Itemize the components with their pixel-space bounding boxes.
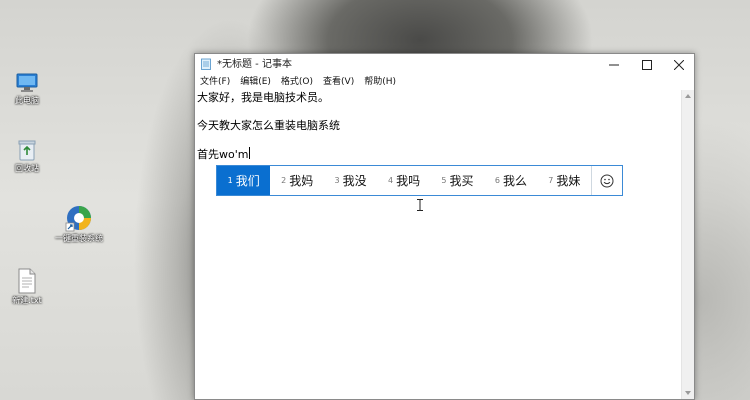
candidate-text: 我买 [449, 174, 474, 188]
minimize-button[interactable] [598, 54, 630, 75]
app-shortcut-icon [65, 206, 91, 232]
title-bar[interactable]: *无标题 - 记事本 [195, 54, 694, 75]
editor-line-current: 首先wo'm [197, 147, 251, 162]
desktop-icon-label: 回收站 [15, 164, 39, 173]
maximize-icon [642, 59, 652, 70]
desktop-icon-label: 新建.txt [12, 296, 42, 305]
menu-help[interactable]: 帮助(H) [359, 75, 401, 90]
candidate-text: 我没 [342, 174, 367, 188]
candidate-text: 我妈 [289, 174, 314, 188]
ime-candidate[interactable]: 7 我妹 [538, 166, 591, 195]
ime-candidate-bar: 1 我们 2 我妈 3 我没 4 我吗 5 我买 6 我么 7 我妹 [216, 165, 623, 196]
close-button[interactable] [663, 54, 695, 75]
menu-bar: 文件(F) 编辑(E) 格式(O) 查看(V) 帮助(H) [195, 75, 694, 90]
ime-candidate[interactable]: 3 我没 [324, 166, 377, 195]
candidate-number: 4 [387, 176, 394, 185]
recycle-bin-icon [18, 140, 36, 161]
candidate-number: 5 [441, 176, 447, 185]
menu-edit[interactable]: 编辑(E) [235, 75, 276, 90]
candidate-number: 1 [227, 176, 233, 185]
emoji-button[interactable] [591, 166, 622, 195]
ime-candidate[interactable]: 1 我们 [217, 166, 271, 195]
notepad-icon [201, 58, 211, 70]
desktop-icon-label: 此电脑 [15, 96, 39, 105]
maximize-button[interactable] [631, 54, 663, 75]
scroll-down-icon[interactable] [685, 391, 691, 395]
editor-line: 大家好，我是电脑技术员。 [197, 91, 329, 104]
ime-candidate[interactable]: 5 我买 [431, 166, 484, 195]
desktop-icon-recycle-bin[interactable]: 回收站 [2, 138, 52, 174]
computer-icon [16, 73, 38, 92]
ime-candidate[interactable]: 6 我么 [484, 166, 537, 195]
text-editor[interactable]: 大家好，我是电脑技术员。 今天教大家怎么重装电脑系统 首先wo'm [195, 90, 680, 399]
candidate-text: 我妹 [556, 174, 581, 188]
desktop-icon-computer[interactable]: 此电脑 [2, 72, 52, 106]
editor-line-text: 首先wo'm [197, 148, 249, 161]
candidate-number: 7 [548, 176, 554, 185]
close-icon [674, 59, 684, 70]
menu-format[interactable]: 格式(O) [276, 75, 318, 90]
candidate-number: 6 [494, 176, 500, 185]
desktop-icon-app-shortcut[interactable]: 一键重装系统 [54, 204, 104, 244]
smiley-icon [600, 174, 614, 187]
candidate-text: 我吗 [396, 174, 421, 188]
window-title: *无标题 - 记事本 [217, 59, 292, 70]
candidate-text: 我们 [235, 174, 260, 188]
ime-candidate[interactable]: 4 我吗 [377, 166, 430, 195]
ime-candidate[interactable]: 2 我妈 [270, 166, 323, 195]
menu-view[interactable]: 查看(V) [318, 75, 359, 90]
candidate-text: 我么 [502, 174, 527, 188]
candidate-number: 2 [281, 176, 287, 185]
text-caret [249, 147, 251, 159]
scroll-up-icon[interactable] [685, 94, 691, 98]
text-file-icon [18, 268, 36, 294]
candidate-number: 3 [334, 176, 340, 185]
notepad-window: *无标题 - 记事本 文件(F) 编辑(E) 格式(O) 查看(V) 帮助(H)… [194, 53, 695, 400]
vertical-scrollbar[interactable] [681, 90, 694, 399]
desktop-icon-label: 一键重装系统 [55, 234, 103, 243]
desktop-icon-text-file[interactable]: 新建.txt [2, 268, 52, 306]
minimize-icon [609, 64, 619, 65]
ibeam-cursor-icon [417, 199, 423, 211]
menu-file[interactable]: 文件(F) [195, 75, 235, 90]
editor-line: 今天教大家怎么重装电脑系统 [197, 119, 340, 132]
